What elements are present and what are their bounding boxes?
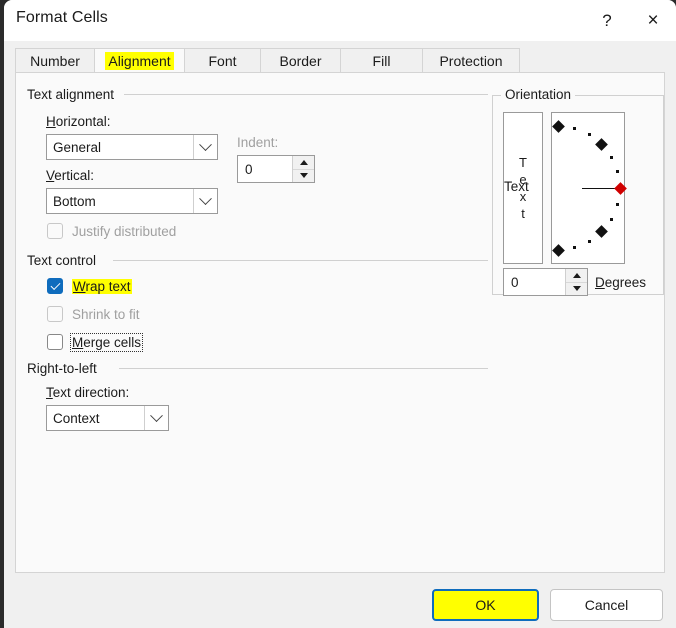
dial-minor-marker[interactable] [572,126,576,130]
merge-cells-checkbox-row[interactable]: Merge cells [47,332,144,352]
text-direction-value: Context [53,410,100,426]
merge-cells-label-rest: erge cells [83,334,142,350]
dial-major-marker[interactable] [595,137,609,151]
tab-label: Border [279,53,322,69]
group-label-orientation: Orientation [501,87,576,102]
wrap-text-checkbox-row[interactable]: Wrap text [47,278,132,294]
text-direction-combo[interactable]: Context [46,405,169,431]
indent-value: 0 [245,161,253,177]
horizontal-label-rest: orizontal: [55,114,111,129]
chevron-down-icon[interactable] [193,135,217,159]
text-direction-accel: T [46,385,53,400]
vertical-label: Vertical: [46,168,94,183]
shrink-to-fit-checkbox[interactable] [47,306,63,322]
shrink-to-fit-label: Shrink to fit [72,306,140,322]
cancel-button[interactable]: Cancel [550,589,663,621]
title-bar: Format Cells ? × [4,0,676,41]
dial-minor-marker[interactable] [572,246,576,250]
indent-decrement-button[interactable] [293,168,314,182]
group-divider-text-alignment [124,94,488,95]
tab-label: Fill [372,53,391,69]
dial-text-label: Text [504,179,529,194]
group-label-right-to-left: Right-to-left [27,361,103,376]
vertical-text-letter: T [519,155,527,170]
text-direction-label: Text direction: [46,385,129,400]
dial-minor-marker[interactable] [587,240,591,244]
vertical-combo[interactable]: Bottom [46,188,218,214]
vertical-label-rest: ertical: [54,168,95,183]
degrees-value: 0 [511,274,519,290]
orientation-dial[interactable]: Text [504,112,627,264]
dial-minor-marker[interactable] [610,217,614,221]
group-divider-text-control [113,260,488,261]
tab-font[interactable]: Font [184,48,261,73]
wrap-text-checkbox[interactable] [47,278,63,294]
shrink-to-fit-checkbox-row[interactable]: Shrink to fit [47,306,140,322]
horizontal-combo[interactable]: General [46,134,218,160]
dial-minor-marker[interactable] [616,170,620,174]
tab-label: Font [208,53,237,69]
tab-fill[interactable]: Fill [340,48,423,73]
dial-major-marker[interactable] [551,119,565,133]
merge-cells-label: Merge cells [69,332,144,352]
ok-button[interactable]: OK [432,589,539,621]
tab-label: Alignment [105,52,174,70]
dial-handle[interactable] [613,181,627,195]
degrees-accel: D [595,275,605,290]
group-label-text-alignment: Text alignment [27,87,121,102]
vertical-text-letter: t [521,206,525,221]
wrap-text-accel: W [73,278,86,294]
chevron-down-icon[interactable] [144,406,168,430]
indent-stepper[interactable]: 0 [237,155,315,183]
format-cells-dialog: Format Cells ? × Number Alignment Font B… [4,0,676,628]
tab-alignment[interactable]: Alignment [94,48,185,74]
tab-protection[interactable]: Protection [422,48,520,73]
horizontal-accel: H [46,114,56,129]
vertical-value: Bottom [53,193,96,209]
tab-label: Protection [439,53,503,69]
justify-distributed-checkbox-row[interactable]: Justify distributed [47,223,176,239]
text-direction-label-rest: ext direction: [52,385,130,400]
close-icon[interactable]: × [630,0,676,41]
merge-cells-accel: M [72,334,84,350]
indent-label: Indent: [237,135,279,150]
wrap-text-label-rest: rap text [85,278,131,294]
dial-major-marker[interactable] [595,225,609,239]
horizontal-label: Horizontal: [46,114,111,129]
indent-increment-button[interactable] [293,156,314,169]
group-divider-right-to-left [119,368,488,369]
degrees-label: Degrees [595,275,646,290]
justify-distributed-checkbox[interactable] [47,223,63,239]
group-label-text-control: Text control [27,253,103,268]
dial-minor-marker[interactable] [610,155,614,159]
degrees-spin-buttons[interactable] [565,269,587,295]
dial-minor-marker[interactable] [616,202,620,206]
degrees-increment-button[interactable] [566,269,587,282]
ok-button-label: OK [475,597,496,613]
dial-major-marker[interactable] [551,243,565,257]
help-icon[interactable]: ? [584,0,630,41]
tab-number[interactable]: Number [15,48,95,73]
tab-border[interactable]: Border [260,48,341,73]
wrap-text-label: Wrap text [72,278,132,294]
degrees-decrement-button[interactable] [566,281,587,295]
degrees-label-rest: egrees [604,275,647,290]
chevron-down-icon[interactable] [193,189,217,213]
dialog-title: Format Cells [16,9,108,26]
degrees-stepper[interactable]: 0 [503,268,588,296]
tab-strip: Number Alignment Font Border Fill Protec… [4,41,676,74]
cancel-button-label: Cancel [584,597,629,613]
merge-cells-checkbox[interactable] [47,334,63,350]
dial-minor-marker[interactable] [587,132,591,136]
justify-distributed-label: Justify distributed [72,223,177,239]
indent-spin-buttons[interactable] [292,156,314,182]
tab-label: Number [30,53,80,69]
horizontal-value: General [53,139,102,155]
